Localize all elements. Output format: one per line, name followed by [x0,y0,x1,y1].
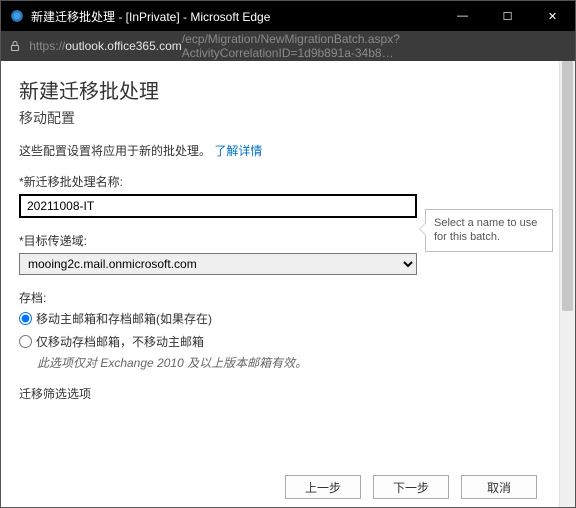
tooltip-text: Select a name to use for this batch. [434,217,537,243]
lock-icon [7,40,23,52]
vertical-scrollbar[interactable] [559,61,575,507]
archive-option-archive-only[interactable]: 仅移动存档邮箱，不移动主邮箱 [19,333,541,350]
minimize-button[interactable]: — [440,1,485,31]
edge-icon [9,8,25,24]
title-bar[interactable]: 新建迁移批处理 - [InPrivate] - Microsoft Edge —… [1,1,575,31]
tooltip-callout: Select a name to use for this batch. [425,209,553,252]
url-host: outlook.office365.com [65,39,182,53]
archive-radio-only-label: 仅移动存档邮箱，不移动主邮箱 [36,333,204,350]
description-text: 这些配置设置将应用于新的批处理。 [19,144,211,158]
url-scheme: https:// [29,39,65,53]
next-button[interactable]: 下一步 [373,475,449,499]
cancel-button[interactable]: 取消 [461,475,537,499]
wizard-footer: 上一步 下一步 取消 [285,475,537,499]
batch-name-label: *新迁移批处理名称: [19,173,541,190]
learn-more-link[interactable]: 了解详情 [214,144,262,158]
archive-radio-both[interactable] [19,312,32,325]
page-description: 这些配置设置将应用于新的批处理。 了解详情 [19,142,541,159]
back-button[interactable]: 上一步 [285,475,361,499]
archive-option-move-both[interactable]: 移动主邮箱和存档邮箱(如果存在) [19,310,541,327]
archive-note: 此选项仅对 Exchange 2010 及以上版本邮箱有效。 [37,354,541,371]
filter-options-label: 迁移筛选选项 [19,385,541,402]
scrollbar-thumb[interactable] [562,61,573,311]
archive-section-label: 存档: [19,289,541,306]
archive-radio-both-label: 移动主邮箱和存档邮箱(如果存在) [36,310,212,327]
window-title: 新建迁移批处理 - [InPrivate] - Microsoft Edge [31,8,440,25]
edge-window: 新建迁移批处理 - [InPrivate] - Microsoft Edge —… [0,0,576,508]
content-area: 新建迁移批处理 移动配置 这些配置设置将应用于新的批处理。 了解详情 *新迁移批… [1,61,575,507]
batch-name-input[interactable] [19,194,417,218]
url-path: /ecp/Migration/NewMigrationBatch.aspx?Ac… [182,32,569,60]
close-button[interactable]: ✕ [530,1,575,31]
page-subtitle: 移动配置 [19,108,541,128]
target-domain-select[interactable]: mooing2c.mail.onmicrosoft.com [19,253,417,275]
address-bar[interactable]: https://outlook.office365.com/ecp/Migrat… [1,31,575,61]
migration-wizard-page: 新建迁移批处理 移动配置 这些配置设置将应用于新的批处理。 了解详情 *新迁移批… [1,61,559,507]
archive-radio-only[interactable] [19,335,32,348]
maximize-button[interactable]: ☐ [485,1,530,31]
window-controls: — ☐ ✕ [440,1,575,31]
page-title: 新建迁移批处理 [19,75,541,104]
